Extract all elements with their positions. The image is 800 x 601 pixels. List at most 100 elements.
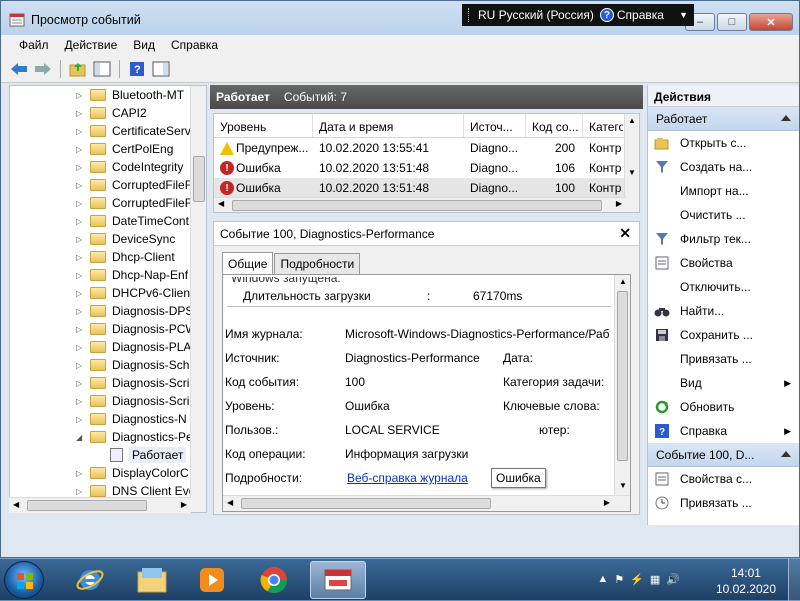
tree-item[interactable]: ▷ CAPI2 [10,104,206,122]
menu-file[interactable]: Файл [11,35,57,55]
close-icon[interactable]: ✕ [619,225,631,242]
expand-arrow-icon[interactable]: ▷ [76,199,86,208]
expand-arrow-icon[interactable]: ▷ [76,145,86,154]
taskbar-chrome[interactable] [246,561,302,599]
tree-item[interactable]: ▷ CorruptedFileF [10,176,206,194]
tree-vertical-scrollbar[interactable] [190,86,206,512]
menu-view[interactable]: Вид [125,35,163,55]
tree-item[interactable]: ▷ DisplayColorC [10,464,206,482]
expand-arrow-icon[interactable]: ▷ [76,307,86,316]
action-item[interactable]: Привязать ... [648,491,799,515]
action-item[interactable]: Фильтр тек... [648,227,799,251]
action-item[interactable]: Обновить [648,395,799,419]
close-button[interactable]: ✕ [749,13,793,31]
language-bar[interactable]: RU Русский (Россия) ? Справка ▼ [462,4,694,26]
expand-arrow-icon[interactable]: ▷ [76,379,86,388]
action-item[interactable]: Импорт на... [648,179,799,203]
expand-arrow-icon[interactable]: ▷ [76,469,86,478]
column-code[interactable]: Код со... [526,114,583,137]
show-desktop-button[interactable] [788,559,800,601]
actions-section-event[interactable]: Событие 100, D... [648,443,799,467]
table-row[interactable]: Предупреж... 10.02.2020 13:55:41 Diagno.… [214,138,639,158]
menu-help[interactable]: Справка [163,35,226,55]
action-item[interactable]: Очистить ... [648,203,799,227]
back-icon[interactable] [9,59,29,79]
expand-arrow-icon[interactable]: ▷ [76,253,86,262]
show-hidden-icons-icon[interactable]: ▲ [597,573,608,586]
expand-arrow-icon[interactable]: ▷ [76,289,86,298]
maximize-button[interactable]: □ [717,13,747,31]
taskbar-media-player[interactable] [184,561,240,599]
expand-arrow-icon[interactable]: ▷ [76,217,86,226]
column-datetime[interactable]: Дата и время [313,114,464,137]
taskbar-internet-explorer[interactable] [62,561,118,599]
tab-details[interactable]: Подробности [274,253,361,274]
volume-icon[interactable]: 🔊 [666,573,680,586]
expand-arrow-icon[interactable]: ▷ [76,109,86,118]
show-hide-actions-icon[interactable] [151,59,171,79]
collapse-icon[interactable] [781,115,791,121]
expanded-arrow-icon[interactable]: ◢ [76,433,86,442]
action-item[interactable]: Свойства [648,251,799,275]
events-grid[interactable]: Уровень Дата и время Источ... Код со... … [213,113,640,213]
tree-item[interactable]: ▷ Bluetooth-MT [10,86,206,104]
scroll-thumb[interactable] [617,291,628,461]
column-source[interactable]: Источ... [464,114,526,137]
expand-arrow-icon[interactable]: ▷ [76,127,86,136]
collapse-icon[interactable] [781,451,791,457]
scroll-thumb[interactable] [232,200,602,211]
expand-arrow-icon[interactable]: ▷ [76,91,86,100]
tab-general[interactable]: Общие [222,252,274,274]
action-item[interactable]: Привязать ... [648,347,799,371]
tree-item[interactable]: ▷ Diagnosis-PLA [10,338,206,356]
tree-item[interactable]: ▷ Diagnosis-Scri [10,392,206,410]
tree-item[interactable]: ▷ CodeIntegrity [10,158,206,176]
chevron-down-icon[interactable]: ▼ [679,10,688,20]
tree-item[interactable]: ▷ Dhcp-Client [10,248,206,266]
tree-item[interactable]: ◢ Diagnostics-Pe [10,428,206,446]
expand-arrow-icon[interactable]: ▷ [76,235,86,244]
action-item[interactable]: Вид ▶ [648,371,799,395]
expand-arrow-icon[interactable]: ▷ [76,487,86,496]
tree-item[interactable]: ▷ CertificateServ [10,122,206,140]
scroll-thumb[interactable] [27,500,147,511]
tree-horizontal-scrollbar[interactable]: ◀ ▶ [9,497,191,513]
grid-horizontal-scrollbar[interactable]: ◀ ▶ [214,197,626,212]
action-item[interactable]: Отключить... [648,275,799,299]
navigation-tree[interactable]: ▷ Bluetooth-MT ▷ CAPI2 ▷ CertificateServ… [9,85,207,513]
action-center-flag-icon[interactable]: ⚑ [614,573,624,586]
help-icon[interactable]: ? [127,59,147,79]
tree-item[interactable]: ▷ CorruptedFileF [10,194,206,212]
action-item[interactable]: Сохранить ... [648,323,799,347]
forward-icon[interactable] [33,59,53,79]
taskbar-explorer[interactable] [124,561,180,599]
expand-arrow-icon[interactable]: ▷ [76,397,86,406]
start-button[interactable] [4,561,44,599]
action-item[interactable]: Свойства с... [648,467,799,491]
expand-arrow-icon[interactable]: ▷ [76,181,86,190]
network-icon[interactable]: ▦ [650,573,660,586]
column-level[interactable]: Уровень [214,114,313,137]
langbar-help[interactable]: ? Справка [599,8,664,22]
clock[interactable]: 14:01 10.02.2020 [716,565,776,597]
language-indicator[interactable]: RU Русский (Россия) [478,8,594,22]
taskbar-event-viewer[interactable] [310,561,366,599]
show-hide-tree-icon[interactable] [92,59,112,79]
tree-item[interactable]: ▷ Diagnosis-DPS [10,302,206,320]
expand-arrow-icon[interactable]: ▷ [76,325,86,334]
tree-item[interactable]: ▷ Diagnostics-N [10,410,206,428]
tree-item-selected[interactable]: Работает [10,446,206,464]
up-folder-icon[interactable] [68,59,88,79]
expand-arrow-icon[interactable]: ▷ [76,361,86,370]
expand-arrow-icon[interactable]: ▷ [76,163,86,172]
expand-arrow-icon[interactable]: ▷ [76,343,86,352]
action-item[interactable]: Найти... [648,299,799,323]
grid-vertical-scrollbar[interactable]: ▲ ▼ [624,114,639,212]
tree-item[interactable]: ▷ CertPolEng [10,140,206,158]
online-help-link[interactable]: Веб-справка журнала [347,471,468,485]
expand-arrow-icon[interactable]: ▷ [76,415,86,424]
action-item[interactable]: ? Справка ▶ [648,419,799,443]
tree-item[interactable]: ▷ Dhcp-Nap-Enf [10,266,206,284]
scroll-thumb[interactable] [193,156,205,202]
table-row[interactable]: ! Ошибка 10.02.2020 13:51:48 Diagno... 10… [214,158,639,178]
